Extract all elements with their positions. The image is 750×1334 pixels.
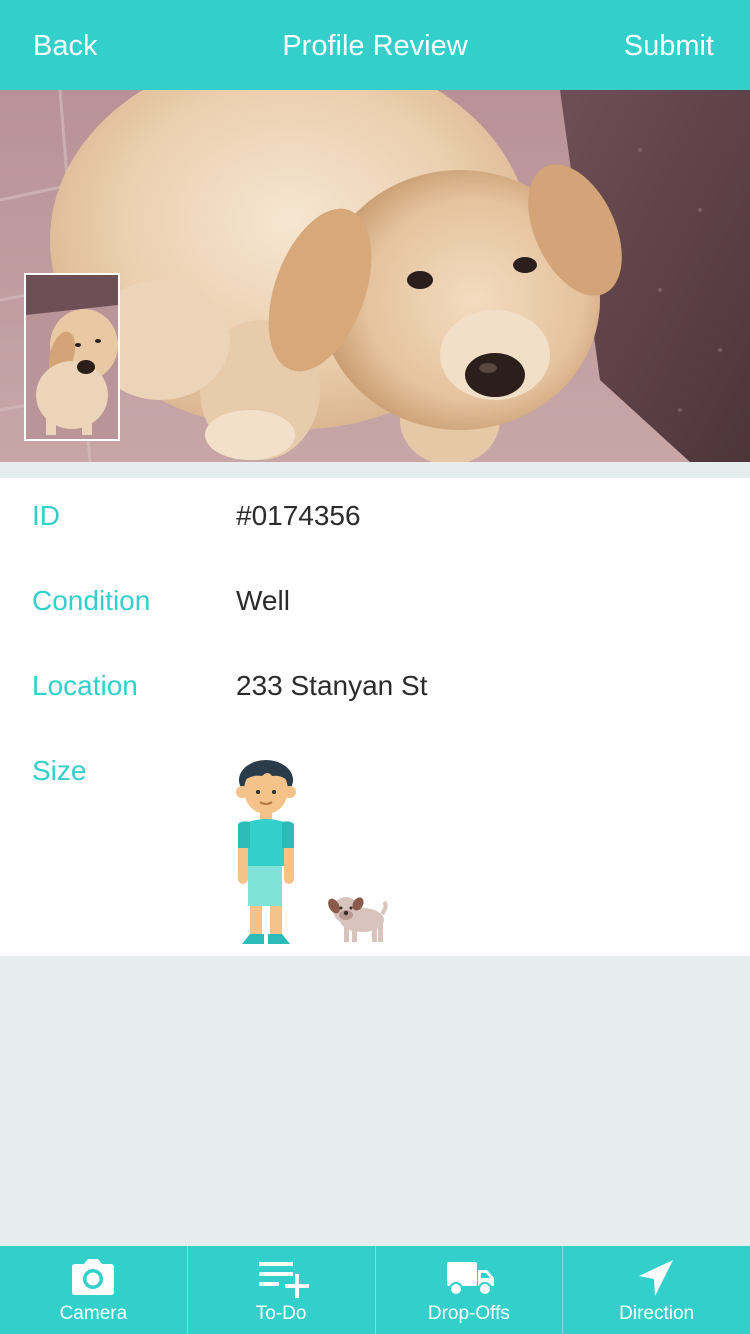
camera-icon	[69, 1258, 117, 1298]
location-value: 233 Stanyan St	[236, 670, 428, 701]
tab-camera[interactable]: Camera	[0, 1246, 187, 1334]
condition-value: Well	[236, 585, 290, 616]
condition-label: Condition	[32, 585, 151, 616]
size-label: Size	[32, 755, 87, 786]
navigation-bar: Profile Review Back Submit	[0, 0, 750, 90]
person-figure-icon	[236, 760, 296, 944]
tab-todo[interactable]: To-Do	[186, 1246, 375, 1334]
photo-thumbnail[interactable]	[24, 273, 120, 441]
dog-figure-icon	[328, 897, 388, 942]
tab-direction-label: Direction	[619, 1303, 695, 1324]
todo-add-icon	[257, 1258, 310, 1298]
id-value: #0174356	[236, 500, 361, 531]
tab-drop-offs-label: Drop-Offs	[427, 1303, 510, 1324]
size-comparison	[228, 758, 398, 948]
profile-details: ID #0174356 Condition Well Location 233 …	[0, 478, 750, 956]
truck-icon	[445, 1258, 494, 1298]
tab-direction[interactable]: Direction	[562, 1246, 750, 1334]
location-label: Location	[32, 670, 138, 701]
submit-button[interactable]: Submit	[624, 29, 714, 63]
navigation-arrow-icon	[633, 1258, 681, 1298]
tab-bar: Camera To-Do Drop-Offs Direction	[0, 1246, 750, 1334]
tab-camera-label: Camera	[59, 1303, 128, 1324]
id-label: ID	[32, 500, 60, 531]
tab-todo-label: To-Do	[255, 1303, 307, 1324]
back-button[interactable]: Back	[33, 29, 97, 63]
tab-drop-offs[interactable]: Drop-Offs	[374, 1246, 563, 1334]
